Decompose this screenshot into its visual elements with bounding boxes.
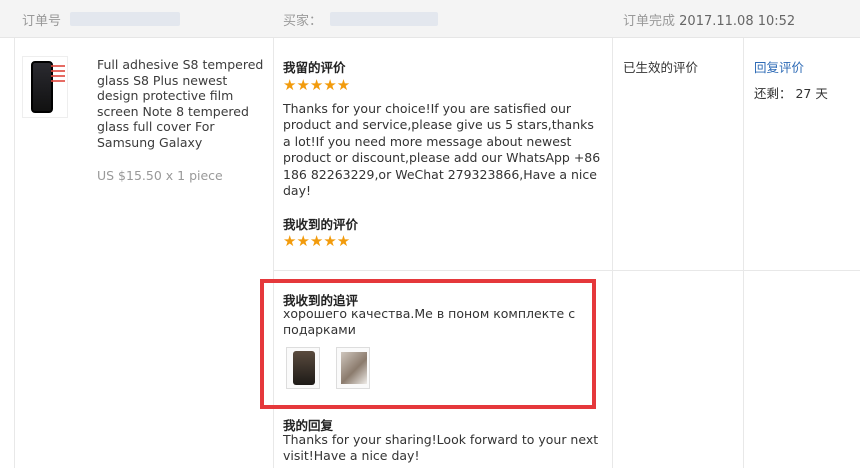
buyer-name-redacted (330, 12, 438, 26)
received-review-title: 我收到的评价 (283, 217, 359, 232)
reply-review-link[interactable]: 回复评价 (754, 57, 804, 76)
my-reply-text: Thanks for your sharing!Look forward to … (283, 432, 599, 464)
thumbnail-text-decoration (51, 65, 65, 95)
order-number-label: 订单号 (22, 14, 62, 29)
order-number-redacted (70, 12, 180, 26)
my-review-stars: ★★★★★ (283, 76, 351, 94)
highlight-annotation-box (260, 279, 596, 409)
divider (14, 38, 15, 468)
completed-label-text: 订单完成 (623, 14, 676, 29)
order-completed-label: 订单完成 2017.11.08 10:52 (623, 10, 795, 29)
product-title[interactable]: Full adhesive S8 tempered glass S8 Plus … (97, 57, 265, 151)
order-header: 订单号 买家： 订单完成 2017.11.08 10:52 (0, 0, 860, 38)
my-review-title: 我留的评价 (283, 60, 346, 75)
my-review-text: Thanks for your choice!If you are satisf… (283, 101, 601, 199)
received-review-stars: ★★★★★ (283, 232, 351, 250)
divider (612, 38, 613, 468)
remaining-days: 还剩： 27 天 (754, 86, 828, 101)
divider (743, 38, 744, 468)
product-thumbnail[interactable] (22, 56, 68, 118)
completed-time: 2017.11.08 10:52 (679, 14, 796, 29)
divider (273, 270, 860, 271)
product-price: US $15.50 x 1 piece (97, 168, 223, 183)
buyer-label: 买家： (283, 14, 323, 29)
review-status: 已生效的评价 (623, 60, 699, 75)
phone-image (31, 61, 53, 113)
